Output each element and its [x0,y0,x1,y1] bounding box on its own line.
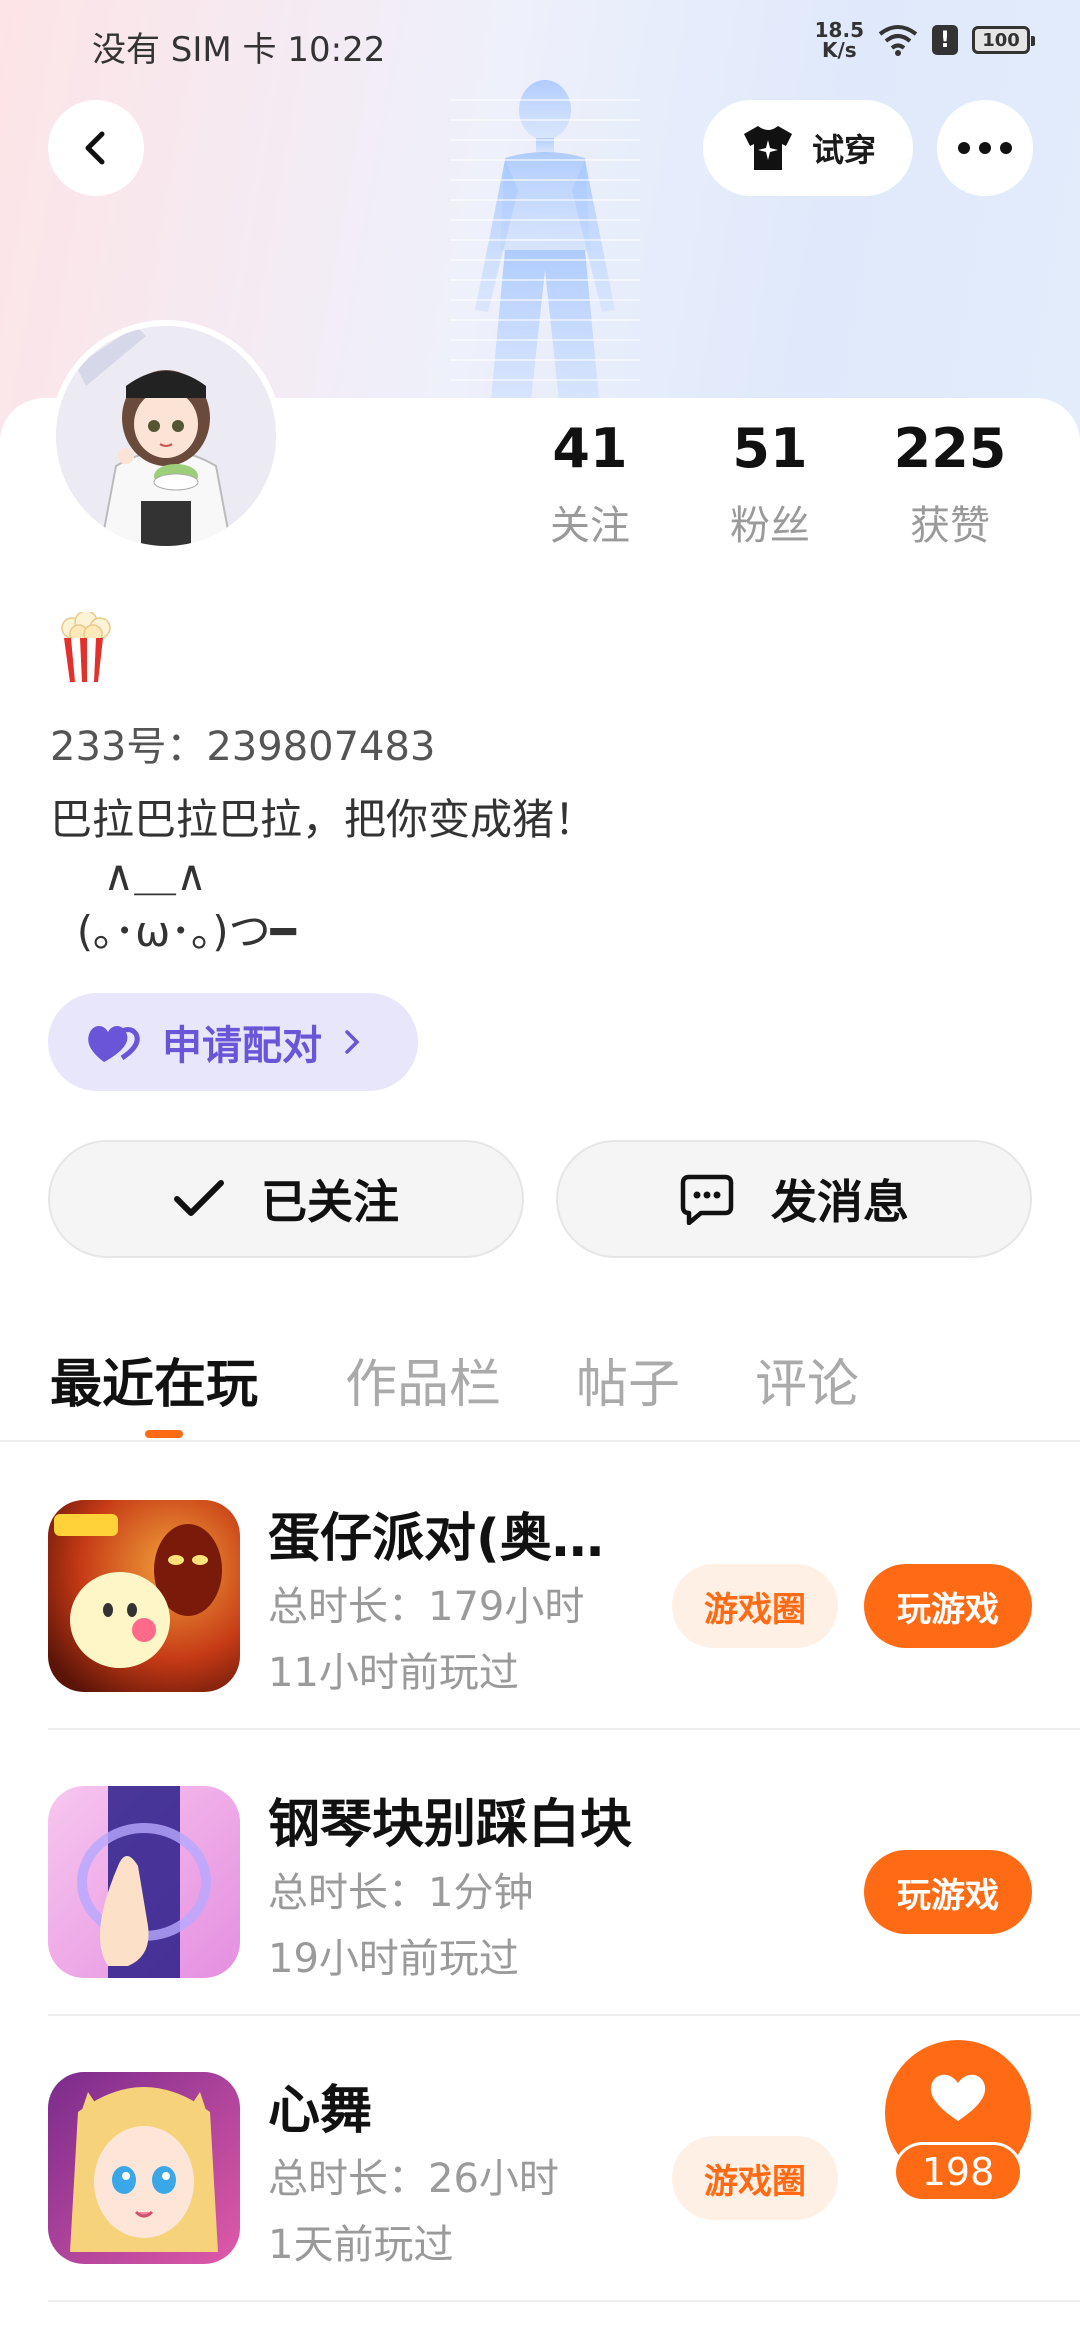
active-tab-indicator [145,1430,183,1438]
hologram-avatar-figure [450,80,640,410]
game-icon-art [48,1786,240,1978]
game-row[interactable]: 蛋仔派对(奥… 总时长：179小时 11小时前玩过 游戏圈 玩游戏 [0,1444,1080,1730]
battery-icon: 100 [972,26,1035,54]
apply-pair-button[interactable]: 申请配对 [48,993,418,1091]
heart-icon [930,2074,986,2121]
stat-label: 关注 [550,503,630,549]
user-bio: 巴拉巴拉巴拉，把你变成猪！ ∧＿∧ (｡･ω･｡)つ━ [50,795,597,956]
heart-pair-icon [88,1026,140,1062]
check-icon [174,1180,224,1216]
stat-value: 41 [552,417,628,480]
tab-recently-played[interactable]: 最近在玩 [50,1342,258,1417]
avatar-illustration [56,326,276,546]
avatar[interactable] [50,320,282,552]
alert-icon: ! [932,25,958,55]
wifi-icon [878,25,918,56]
stat-followers[interactable]: 51 粉丝 [680,415,860,555]
game-circle-button[interactable]: 游戏圈 [672,1564,838,1648]
game-last-played: 11小时前玩过 [268,1650,519,1696]
followed-label: 已关注 [261,1175,399,1229]
row-divider [48,2300,1080,2302]
network-speed-unit: K/s [821,38,857,62]
game-icon-xinwu[interactable] [48,2072,240,2264]
like-count: 198 [893,2142,1023,2202]
chat-bubble-icon [680,1174,734,1225]
game-circle-button[interactable]: 游戏圈 [672,2136,838,2220]
game-title: 蛋仔派对(奥… [268,1509,604,1569]
stat-following[interactable]: 41 关注 [500,415,680,555]
network-speed-value: 18.5 [814,18,864,42]
status-icons: 18.5 K/s ! 100 [815,18,1035,62]
game-title: 心舞 [268,2081,373,2141]
game-icon-eggy-party[interactable] [48,1500,240,1692]
play-game-button[interactable]: 玩游戏 [864,1564,1032,1648]
status-bar: 没有 SIM 卡 10:22 18.5 K/s ! 100 [0,0,1080,80]
like-floating-button[interactable]: 198 [885,2040,1031,2202]
tab-posts[interactable]: 帖子 [576,1342,680,1417]
apply-pair-label: 申请配对 [162,1023,322,1069]
status-carrier-time: 没有 SIM 卡 10:22 [92,30,386,70]
game-icon-piano-tiles[interactable] [48,1786,240,1978]
game-duration: 总时长：26小时 [268,2156,559,2202]
tabs-divider [0,1440,1080,1442]
chevron-right-icon [345,1030,360,1054]
tshirt-sparkle-icon [743,126,792,170]
popcorn-icon [61,612,111,682]
stat-value: 51 [732,417,808,480]
network-speed: 18.5 K/s [815,20,864,60]
try-on-label: 试穿 [811,131,876,169]
profile-stats: 41 关注 51 粉丝 225 获赞 [500,415,1040,555]
game-duration: 总时长：1分钟 [268,1870,534,1916]
tab-comments[interactable]: 评论 [755,1342,859,1417]
user-id: 233号：239807483 [50,724,436,770]
game-icon-art [48,1500,240,1692]
more-dots-icon [958,142,1012,154]
game-last-played: 1天前玩过 [268,2222,454,2268]
back-arrow-icon [85,131,105,165]
send-message-label: 发消息 [771,1175,909,1229]
game-icon-art [48,2072,240,2264]
back-button[interactable] [48,100,144,196]
stat-label: 获赞 [910,503,990,549]
stat-value: 225 [893,417,1007,480]
battery-level: 100 [982,29,1020,51]
send-message-button[interactable]: 发消息 [556,1140,1032,1258]
more-button[interactable] [937,100,1033,196]
play-game-button[interactable]: 玩游戏 [864,1850,1032,1934]
try-on-button[interactable]: 试穿 [703,100,913,196]
game-row[interactable]: 钢琴块别踩白块 总时长：1分钟 19小时前玩过 玩游戏 [0,1730,1080,2016]
game-last-played: 19小时前玩过 [268,1936,519,1982]
stat-label: 粉丝 [730,503,810,549]
stat-likes[interactable]: 225 获赞 [860,415,1040,555]
followed-button[interactable]: 已关注 [48,1140,524,1258]
profile-tabs: 最近在玩 作品栏 帖子 评论 [0,1330,1080,1440]
game-duration: 总时长：179小时 [268,1584,585,1630]
game-title: 钢琴块别踩白块 [268,1795,633,1855]
tab-works[interactable]: 作品栏 [345,1342,501,1417]
